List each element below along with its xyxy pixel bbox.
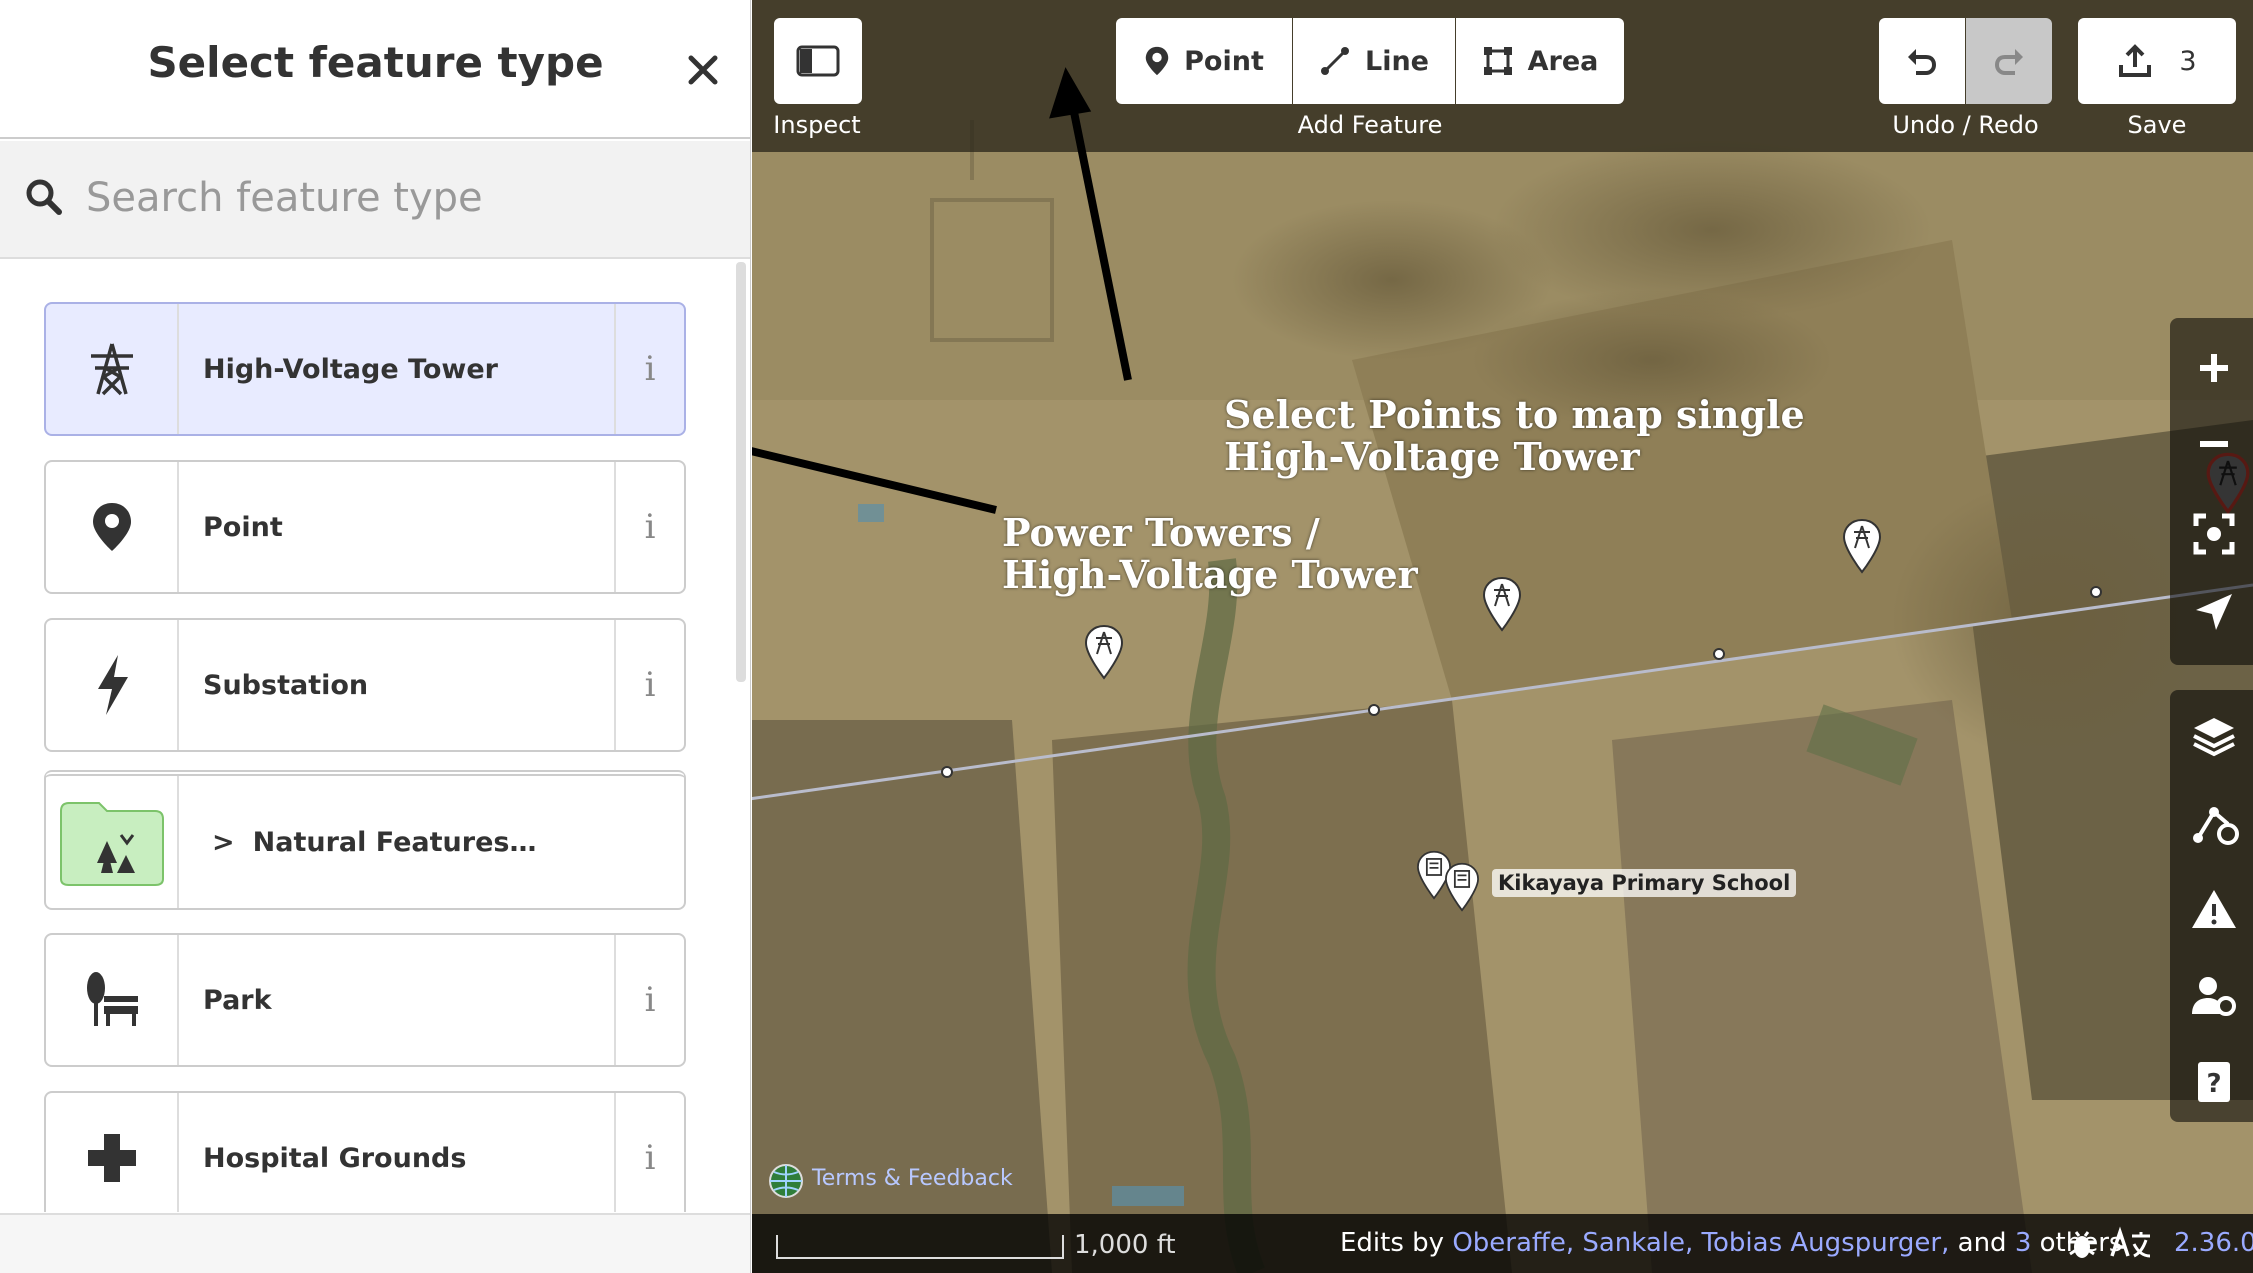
scale-bar xyxy=(776,1235,1064,1259)
info-button[interactable]: i xyxy=(614,462,684,592)
info-button[interactable]: i xyxy=(614,1093,684,1212)
preset-high-voltage-tower[interactable]: High-Voltage Tower i xyxy=(44,302,686,436)
map-area[interactable]: Kikayaya Primary School Inspect Point Li… xyxy=(752,0,2253,1273)
preset-substation[interactable]: Substation i xyxy=(44,618,686,752)
feature-type-sidebar: Select feature type High-Voltage Towe xyxy=(0,0,751,1273)
info-button[interactable]: i xyxy=(614,304,684,434)
info-button[interactable]: i xyxy=(614,935,684,1065)
search-icon xyxy=(26,179,62,215)
point-marker-icon xyxy=(92,503,131,551)
attribution: Edits by Oberaffe, Sankale, Tobias Augsp… xyxy=(1340,1228,2122,1258)
bug-report-icon[interactable] xyxy=(2064,1226,2100,1262)
park-bench-icon xyxy=(86,972,138,1026)
annotation-arrows xyxy=(752,67,1132,514)
terms-feedback-link[interactable]: Terms & Feedback xyxy=(812,1166,1013,1191)
preset-label: Hospital Grounds xyxy=(203,1142,467,1174)
preset-category-natural-features[interactable]: > Natural Features… xyxy=(44,770,686,910)
search-bar xyxy=(0,141,750,259)
others-count-link[interactable]: 3 xyxy=(2015,1228,2032,1258)
sidebar-header: Select feature type xyxy=(0,0,750,139)
close-icon[interactable] xyxy=(677,44,729,96)
power-tower-icon xyxy=(90,343,133,396)
folder-nature-icon xyxy=(59,802,164,886)
annotation-point-text: Select Points to map single High-Voltage… xyxy=(1224,392,1805,479)
scale-label: 1,000 ft xyxy=(1074,1230,1176,1260)
preset-hospital-grounds[interactable]: Hospital Grounds i xyxy=(44,1091,686,1212)
plus-icon xyxy=(87,1134,136,1182)
globe-icon[interactable] xyxy=(768,1163,804,1199)
preset-list: High-Voltage Tower i Point i Substation … xyxy=(0,262,750,1212)
chevron-right-icon: > xyxy=(212,826,235,858)
preset-label: Substation xyxy=(203,669,369,701)
translate-icon[interactable] xyxy=(2108,1226,2154,1262)
search-input[interactable] xyxy=(84,167,704,229)
preset-label: Natural Features… xyxy=(252,826,537,858)
preset-park[interactable]: Park i xyxy=(44,933,686,1067)
info-button[interactable]: i xyxy=(614,620,684,750)
sidebar-footer xyxy=(0,1213,750,1273)
preset-label: Park xyxy=(203,984,272,1016)
preset-label: Point xyxy=(203,511,283,543)
annotation-tower-text: Power Towers / High-Voltage Tower xyxy=(1002,510,1418,597)
lightning-icon xyxy=(97,655,128,715)
preset-point[interactable]: Point i xyxy=(44,460,686,594)
version-link[interactable]: 2.36.0 xyxy=(2174,1228,2253,1258)
scrollbar[interactable] xyxy=(736,262,746,682)
page-title: Select feature type xyxy=(147,38,604,87)
preset-label: High-Voltage Tower xyxy=(203,353,498,385)
contributor-links[interactable]: Oberaffe, Sankale, Tobias Augspurger, xyxy=(1452,1228,1949,1258)
